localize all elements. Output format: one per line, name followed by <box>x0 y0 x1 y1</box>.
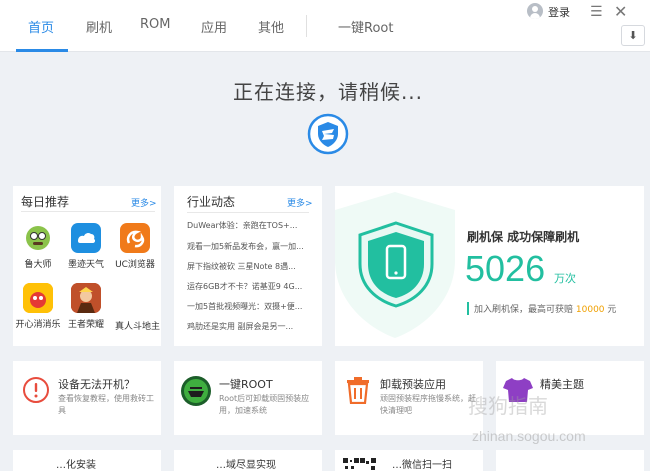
divider <box>21 211 155 212</box>
news-more-link[interactable]: 更多> <box>287 196 313 209</box>
tab-home[interactable]: 首页 <box>28 17 54 36</box>
news-item[interactable]: 屏下指纹被砍 三星Note 8遇... <box>187 261 296 272</box>
bottom-tile-label: …域尽显实现 <box>216 460 276 471</box>
app-card-game-label[interactable]: 真人斗地主 <box>115 319 160 332</box>
feature-title: 一键ROOT <box>219 378 273 391</box>
feature-desc: 顽固预装程序拖慢系统，赶快清理吧 <box>380 394 476 415</box>
watermark-text: 搜狗指南 <box>468 396 548 418</box>
user-avatar-icon[interactable] <box>527 3 543 19</box>
app-name: 开心消消乐 <box>15 320 61 330</box>
daily-recommend-title: 每日推荐 <box>21 195 70 209</box>
flash-count-number: 5026 <box>465 248 546 289</box>
daily-more-link[interactable]: 更多> <box>131 196 157 209</box>
feature-title: 卸载预装应用 <box>380 378 446 391</box>
flash-count-unit: 万次 <box>554 272 576 285</box>
menu-icon[interactable]: ☰ <box>590 4 603 20</box>
shield-phone-icon <box>358 221 434 308</box>
flash-shield-logo-icon <box>307 113 349 155</box>
root-icon <box>181 376 211 406</box>
kings-glory-icon <box>71 283 101 313</box>
bottom-tile-label: …化安装 <box>56 460 96 471</box>
login-link[interactable]: 登录 <box>548 4 570 20</box>
top-nav-bar: 首页 刷机 ROM 应用 其他 一键Root 登录 ☰ ✕ ⬇ <box>0 0 650 52</box>
news-item[interactable]: 一加5首批视频曝光：双摄+便... <box>187 301 302 312</box>
tab-other[interactable]: 其他 <box>258 17 284 36</box>
watermark-url: zhinan.sogou.com <box>472 428 586 444</box>
note-amount: 10000 <box>575 305 605 315</box>
industry-news-title: 行业动态 <box>187 195 236 209</box>
download-arrow-icon: ⬇ <box>628 29 638 42</box>
app-weather[interactable]: 墨迹天气 <box>63 223 109 270</box>
divider <box>187 212 309 213</box>
note-prefix: 加入刷机保，最高可获赔 <box>474 305 574 315</box>
close-icon[interactable]: ✕ <box>614 2 627 21</box>
qr-code-icon <box>360 458 376 470</box>
tab-one-click-root[interactable]: 一键Root <box>338 17 393 36</box>
bottom-tile-label: …微信扫一扫 <box>392 460 452 471</box>
download-button[interactable]: ⬇ <box>621 25 645 46</box>
feature-desc: Root后可卸载顽固预装应用，加速系统 <box>219 394 310 415</box>
tab-divider <box>306 15 307 37</box>
flash-guarantee-note: 加入刷机保，最高可获赔 10000 元 <box>467 302 616 315</box>
app-candy-game[interactable]: 开心消消乐 <box>15 283 61 330</box>
app-kings-glory[interactable]: 王者荣耀 <box>63 283 109 330</box>
industry-news-card: 行业动态 更多> DuWear体验：亲跑在TOS+... 观看一加5新品发布会，… <box>174 186 322 346</box>
app-uc-browser[interactable]: UC浏览器 <box>112 223 158 270</box>
feature-desc: 查看恢复教程，使用救砖工具 <box>58 394 154 415</box>
news-item[interactable]: DuWear体验：亲跑在TOS+... <box>187 220 297 231</box>
candy-game-icon <box>23 283 53 313</box>
flash-guarantee-title: 刷机保 成功保障刷机 <box>467 230 580 244</box>
note-suffix: 元 <box>607 305 617 315</box>
active-tab-indicator <box>16 49 68 52</box>
news-item[interactable]: 运存6GB才不卡？诺基亚9 4G... <box>187 281 302 292</box>
app-ludashi[interactable]: 鲁大师 <box>15 223 61 270</box>
app-name: 王者荣耀 <box>67 320 104 330</box>
connection-status-text: 正在连接，请稍候... <box>232 80 424 104</box>
tab-rom[interactable]: ROM <box>140 17 170 32</box>
news-item[interactable]: 鸡肋还是实用 副屏会是另一... <box>187 321 293 332</box>
bottom-tile[interactable] <box>496 450 644 471</box>
app-name: 墨迹天气 <box>67 260 104 270</box>
tab-flash[interactable]: 刷机 <box>86 17 112 36</box>
app-name: UC浏览器 <box>115 260 155 270</box>
trash-icon <box>347 377 369 404</box>
qr-code-icon <box>343 458 359 469</box>
feature-title: 设备无法开机？ <box>58 378 135 391</box>
ludashi-icon <box>23 223 53 253</box>
news-item[interactable]: 观看一加5新品发布会，赢一加... <box>187 241 304 252</box>
tab-apps[interactable]: 应用 <box>201 17 227 36</box>
app-name: 鲁大师 <box>24 260 52 270</box>
warning-icon <box>23 377 49 403</box>
weather-icon <box>71 223 101 253</box>
uc-browser-icon <box>120 223 150 253</box>
